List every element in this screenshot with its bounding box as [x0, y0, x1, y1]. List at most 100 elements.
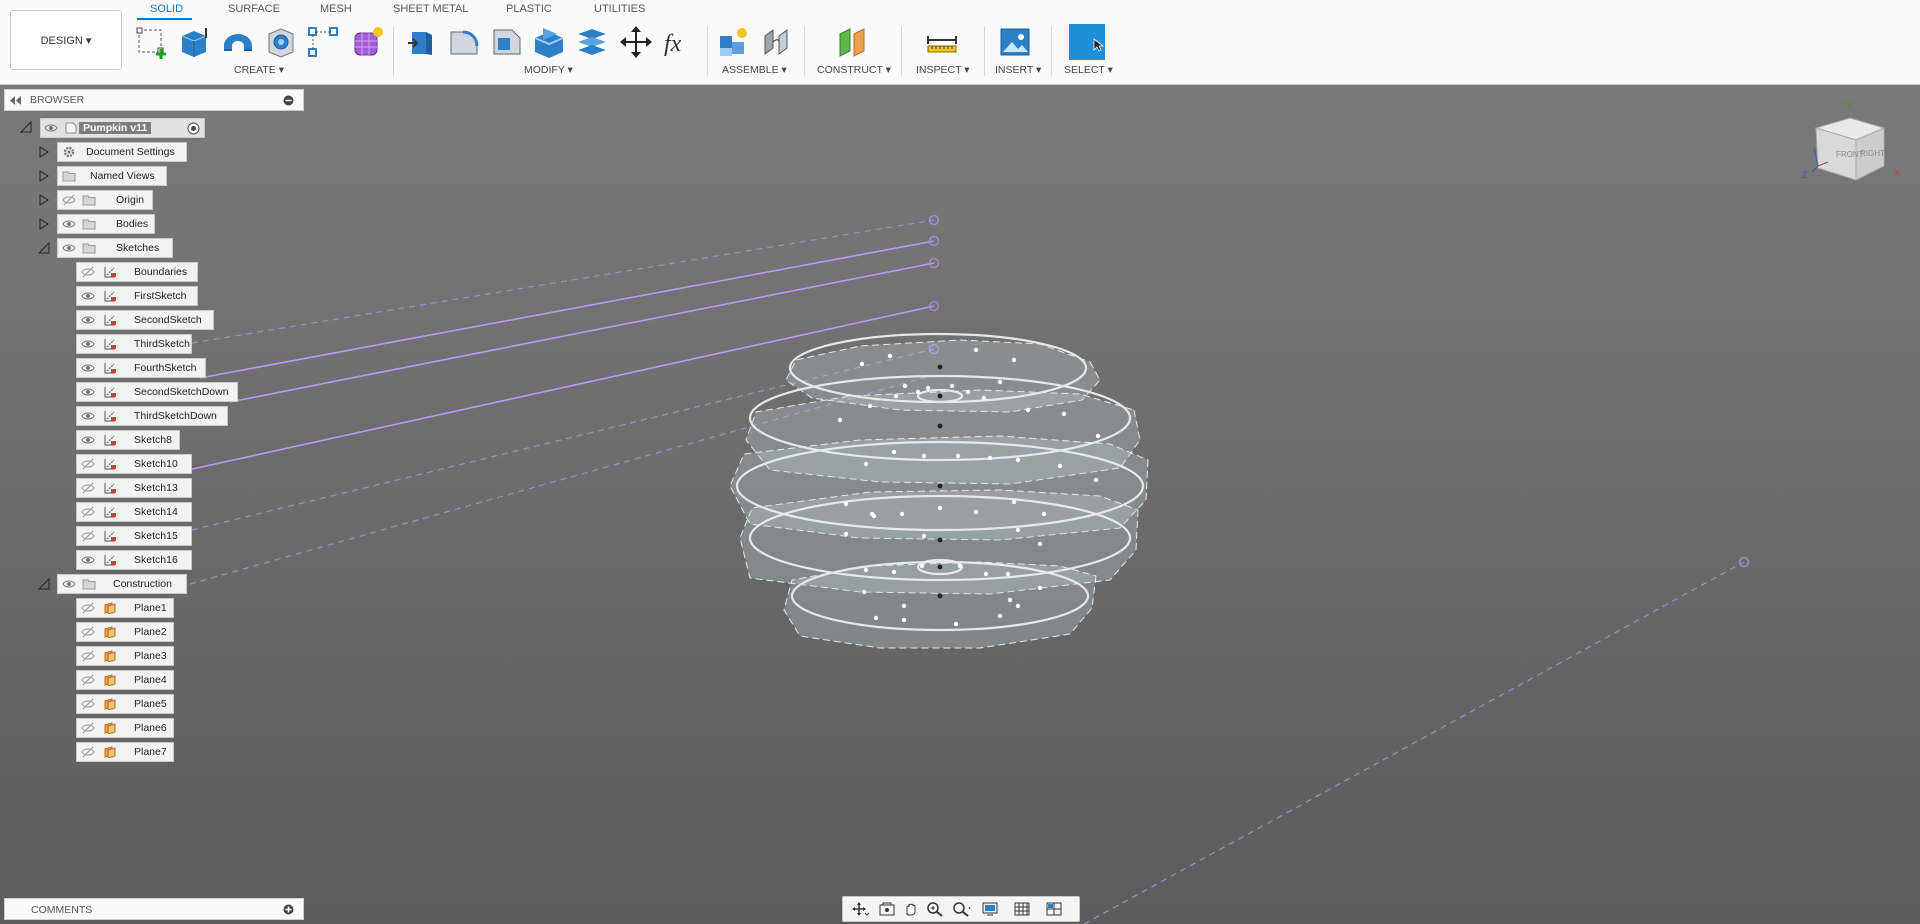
visibility-eye-icon[interactable]	[62, 242, 76, 254]
assemble-menu[interactable]: ASSEMBLE ▾	[722, 64, 787, 76]
select-tool[interactable]	[1069, 24, 1105, 60]
browser-item-bodies[interactable]: Bodies	[57, 214, 155, 234]
hidden-eye-icon[interactable]	[81, 722, 95, 734]
visibility-eye-icon[interactable]	[81, 554, 95, 566]
visibility-eye-icon[interactable]	[81, 362, 95, 374]
shell-tool[interactable]	[263, 24, 299, 60]
tab-utilities[interactable]: UTILITIES	[594, 3, 645, 15]
sketch-item[interactable]: SecondSketch	[76, 310, 214, 330]
grid-settings-icon[interactable]	[1013, 901, 1033, 917]
viewcube[interactable]: FRONT RIGHT Y Z X	[1796, 96, 1906, 196]
plane-item[interactable]: Plane4	[76, 670, 174, 690]
hidden-eye-icon[interactable]	[81, 698, 95, 710]
plane-item[interactable]: Plane5	[76, 694, 174, 714]
chamfer-tool[interactable]	[489, 24, 525, 60]
tab-plastic[interactable]: PLASTIC	[506, 3, 552, 15]
offset-plane-tool[interactable]	[834, 24, 870, 60]
insert-menu[interactable]: INSERT ▾	[995, 64, 1041, 76]
plane-item[interactable]: Plane7	[76, 742, 174, 762]
fillet-tool[interactable]	[446, 24, 482, 60]
sketch-item[interactable]: FirstSketch	[76, 286, 198, 306]
sketch-item[interactable]: Boundaries	[76, 262, 198, 282]
tab-solid[interactable]: SOLID	[150, 3, 183, 15]
hidden-eye-icon[interactable]	[81, 674, 95, 686]
measure-tool[interactable]	[924, 24, 960, 60]
visibility-eye-icon[interactable]	[81, 314, 95, 326]
split-body-tool[interactable]	[574, 24, 610, 60]
plane-item[interactable]: Plane3	[76, 646, 174, 666]
change-parameters-tool[interactable]: fx	[661, 24, 697, 60]
browser-item-document-settings[interactable]: Document Settings	[57, 142, 187, 162]
plane-item[interactable]: Plane6	[76, 718, 174, 738]
sketch-item[interactable]: Sketch16	[76, 550, 192, 570]
hidden-eye-icon[interactable]	[81, 746, 95, 758]
look-at-icon[interactable]	[877, 901, 897, 917]
sketch-item[interactable]: Sketch13	[76, 478, 192, 498]
sketch-item[interactable]: SecondSketchDown	[76, 382, 238, 402]
shell-modify-tool[interactable]	[531, 24, 567, 60]
browser-item-origin[interactable]: Origin	[57, 190, 153, 210]
expand-triangle-icon[interactable]	[38, 146, 50, 158]
joint-tool[interactable]	[759, 24, 795, 60]
select-menu[interactable]: SELECT ▾	[1064, 64, 1113, 76]
browser-item-sketches[interactable]: Sketches	[57, 238, 173, 258]
create-sketch-tool[interactable]	[134, 24, 170, 60]
collapse-panel-icon[interactable]	[10, 96, 22, 105]
modify-menu[interactable]: MODIFY ▾	[524, 64, 573, 76]
hidden-eye-icon[interactable]	[81, 530, 95, 542]
collapse-triangle-icon[interactable]	[38, 578, 50, 590]
visibility-eye-icon[interactable]	[81, 290, 95, 302]
insert-image-tool[interactable]	[997, 24, 1033, 60]
browser-options-icon[interactable]	[283, 95, 294, 106]
visibility-eye-icon[interactable]	[81, 410, 95, 422]
pan-hand-icon[interactable]	[901, 901, 921, 917]
hidden-eye-icon[interactable]	[81, 482, 95, 494]
hidden-eye-icon[interactable]	[81, 602, 95, 614]
hidden-eye-icon[interactable]	[81, 650, 95, 662]
visibility-eye-icon[interactable]	[62, 218, 76, 230]
orbit-icon[interactable]	[849, 901, 869, 917]
sketch-item[interactable]: Sketch14	[76, 502, 192, 522]
expand-triangle-icon[interactable]	[38, 218, 50, 230]
browser-item-construction[interactable]: Construction	[57, 574, 187, 594]
expand-triangle-icon[interactable]	[38, 170, 50, 182]
fit-icon[interactable]	[951, 901, 971, 917]
comments-panel[interactable]: COMMENTS	[4, 898, 304, 920]
inspect-menu[interactable]: INSPECT ▾	[916, 64, 970, 76]
tab-mesh[interactable]: MESH	[320, 3, 352, 15]
tab-sheet-metal[interactable]: SHEET METAL	[393, 3, 468, 15]
pattern-tool[interactable]	[305, 24, 341, 60]
visibility-eye-icon[interactable]	[62, 578, 76, 590]
expand-triangle-icon[interactable]	[20, 121, 32, 133]
browser-root-node[interactable]: Pumpkin v11	[40, 118, 205, 138]
create-menu[interactable]: CREATE ▾	[234, 64, 284, 76]
sketch-item[interactable]: Sketch10	[76, 454, 192, 474]
sketch-item[interactable]: ThirdSketchDown	[76, 406, 228, 426]
visibility-eye-icon[interactable]	[81, 434, 95, 446]
hidden-eye-icon[interactable]	[81, 626, 95, 638]
new-component-tool[interactable]	[716, 24, 752, 60]
collapse-triangle-icon[interactable]	[38, 242, 50, 254]
create-form-tool[interactable]	[349, 24, 385, 60]
press-pull-tool[interactable]	[404, 24, 440, 60]
hidden-eye-icon[interactable]	[81, 506, 95, 518]
plane-item[interactable]: Plane2	[76, 622, 174, 642]
zoom-icon[interactable]	[925, 901, 945, 917]
visibility-eye-icon[interactable]	[81, 386, 95, 398]
browser-item-named-views[interactable]: Named Views	[57, 166, 167, 186]
display-settings-icon[interactable]	[981, 901, 1001, 917]
tab-surface[interactable]: SURFACE	[228, 3, 280, 15]
construct-menu[interactable]: CONSTRUCT ▾	[817, 64, 891, 76]
sketch-item[interactable]: Sketch8	[76, 430, 180, 450]
visibility-eye-icon[interactable]	[44, 122, 58, 134]
hidden-eye-icon[interactable]	[81, 458, 95, 470]
canvas-viewport[interactable]	[0, 85, 1920, 924]
sketch-item[interactable]: ThirdSketch	[76, 334, 192, 354]
hidden-eye-icon[interactable]	[62, 194, 76, 206]
plane-item[interactable]: Plane1	[76, 598, 174, 618]
add-comment-icon[interactable]	[283, 904, 294, 915]
activate-radio-icon[interactable]	[187, 122, 200, 135]
revolve-tool[interactable]	[220, 24, 256, 60]
sketch-item[interactable]: Sketch15	[76, 526, 192, 546]
design-workspace-button[interactable]: DESIGN ▾	[10, 10, 122, 70]
